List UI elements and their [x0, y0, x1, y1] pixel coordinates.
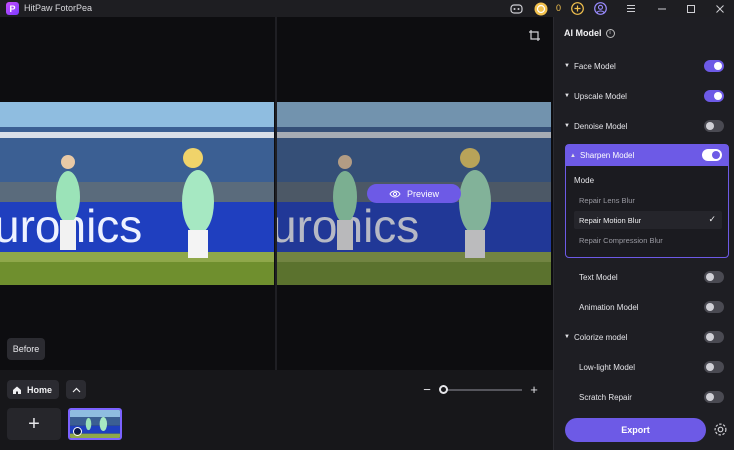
model-row-text-model[interactable]: Text Model	[564, 268, 730, 286]
clock-icon	[73, 427, 82, 436]
model-row-denoise-model[interactable]: ▼ Denoise Model	[564, 117, 730, 135]
mode-label: Mode	[574, 176, 595, 185]
sharpen-model-header[interactable]: ▲ Sharpen Model	[566, 145, 728, 166]
text-model-toggle[interactable]	[704, 271, 724, 283]
mode-option-lens-blur[interactable]: Repair Lens Blur	[574, 191, 722, 209]
scratch-repair-toggle[interactable]	[704, 391, 724, 403]
settings-gear-icon[interactable]	[713, 422, 728, 437]
face-model-toggle[interactable]	[704, 60, 724, 72]
low-light-model-toggle[interactable]	[704, 361, 724, 373]
check-icon: ✓	[708, 214, 716, 224]
preview-label: Preview	[406, 188, 439, 199]
home-icon	[13, 386, 21, 394]
mode-option-label: Repair Lens Blur	[579, 195, 635, 205]
caret-down-icon[interactable]: ▼	[564, 123, 574, 129]
account-icon[interactable]	[593, 1, 608, 16]
eye-icon	[389, 190, 401, 197]
editor-canvas: uronics uronics	[0, 17, 553, 370]
mode-option-motion-blur[interactable]: Repair Motion Blur ✓	[574, 211, 722, 229]
title-bar: P HitPaw FotorPea 0	[0, 0, 734, 17]
model-label: Animation Model	[579, 302, 639, 312]
zoom-slider-track[interactable]	[440, 389, 522, 391]
add-image-button[interactable]: +	[7, 408, 61, 440]
panel-title-label: AI Model	[564, 28, 602, 38]
before-button[interactable]: Before	[7, 338, 45, 360]
before-image: uronics	[0, 102, 274, 285]
model-label: Scratch Repair	[579, 392, 632, 402]
app-logo: P	[6, 2, 19, 15]
compare-divider[interactable]	[275, 17, 277, 370]
menu-icon[interactable]	[623, 1, 638, 16]
discord-icon[interactable]	[509, 1, 524, 16]
export-button[interactable]: Export	[565, 418, 706, 442]
upscale-model-toggle[interactable]	[704, 90, 724, 102]
collapse-button[interactable]	[66, 380, 86, 399]
minimize-icon[interactable]	[654, 1, 669, 16]
model-label: Colorize model	[574, 332, 628, 342]
model-row-animation-model[interactable]: Animation Model	[564, 298, 730, 316]
model-row-low-light-model[interactable]: Low-light Model	[564, 358, 730, 376]
caret-down-icon[interactable]: ▼	[564, 63, 574, 69]
animation-model-toggle[interactable]	[704, 301, 724, 313]
sharpen-model-label: Sharpen Model	[580, 151, 635, 160]
zoom-slider-handle[interactable]	[439, 385, 448, 394]
ai-model-panel: AI Model i ▼ Face Model ▼ Upscale Model ▼ Den…	[553, 17, 734, 450]
model-label: Text Model	[579, 272, 618, 282]
mode-option-label: Repair Compression Blur	[579, 235, 663, 245]
model-label: Denoise Model	[574, 121, 628, 131]
crop-icon[interactable]	[528, 29, 542, 43]
coin-icon[interactable]	[533, 1, 548, 16]
denoise-model-toggle[interactable]	[704, 120, 724, 132]
mode-option-label: Repair Motion Blur	[579, 215, 642, 225]
maximize-icon[interactable]	[683, 1, 698, 16]
caret-down-icon[interactable]: ▼	[564, 93, 574, 99]
zoom-out-button[interactable]: −	[421, 382, 433, 397]
close-icon[interactable]	[712, 1, 727, 16]
sharpen-model-toggle[interactable]	[702, 149, 722, 161]
home-button[interactable]: Home	[7, 380, 59, 399]
model-row-colorize-model[interactable]: ▼ Colorize model	[564, 328, 730, 346]
info-icon[interactable]: i	[605, 28, 615, 38]
model-label: Upscale Model	[574, 91, 627, 101]
sharpen-model-section: ▲ Sharpen Model Mode Repair Lens Blur Re…	[565, 144, 729, 258]
model-row-scratch-repair[interactable]: Scratch Repair	[564, 388, 730, 406]
zoom-in-button[interactable]: +	[528, 382, 540, 397]
app-title: HitPaw FotorPea	[24, 3, 93, 13]
preview-button[interactable]: Preview	[367, 184, 461, 203]
panel-title: AI Model i	[564, 28, 615, 38]
mode-option-compression-blur[interactable]: Repair Compression Blur	[574, 231, 722, 249]
colorize-model-toggle[interactable]	[704, 331, 724, 343]
model-row-upscale-model[interactable]: ▼ Upscale Model	[564, 87, 730, 105]
model-row-face-model[interactable]: ▼ Face Model	[564, 57, 730, 75]
image-thumbnail[interactable]	[68, 408, 122, 440]
add-coin-icon[interactable]	[570, 1, 585, 16]
coin-count: 0	[556, 3, 562, 13]
caret-up-icon: ▲	[570, 152, 576, 159]
model-label: Face Model	[574, 61, 616, 71]
bottom-bar: Home − + +	[0, 370, 553, 450]
home-label: Home	[27, 384, 53, 395]
chevron-up-icon	[72, 387, 80, 392]
model-label: Low-light Model	[579, 362, 636, 372]
caret-down-icon[interactable]: ▼	[564, 334, 574, 340]
